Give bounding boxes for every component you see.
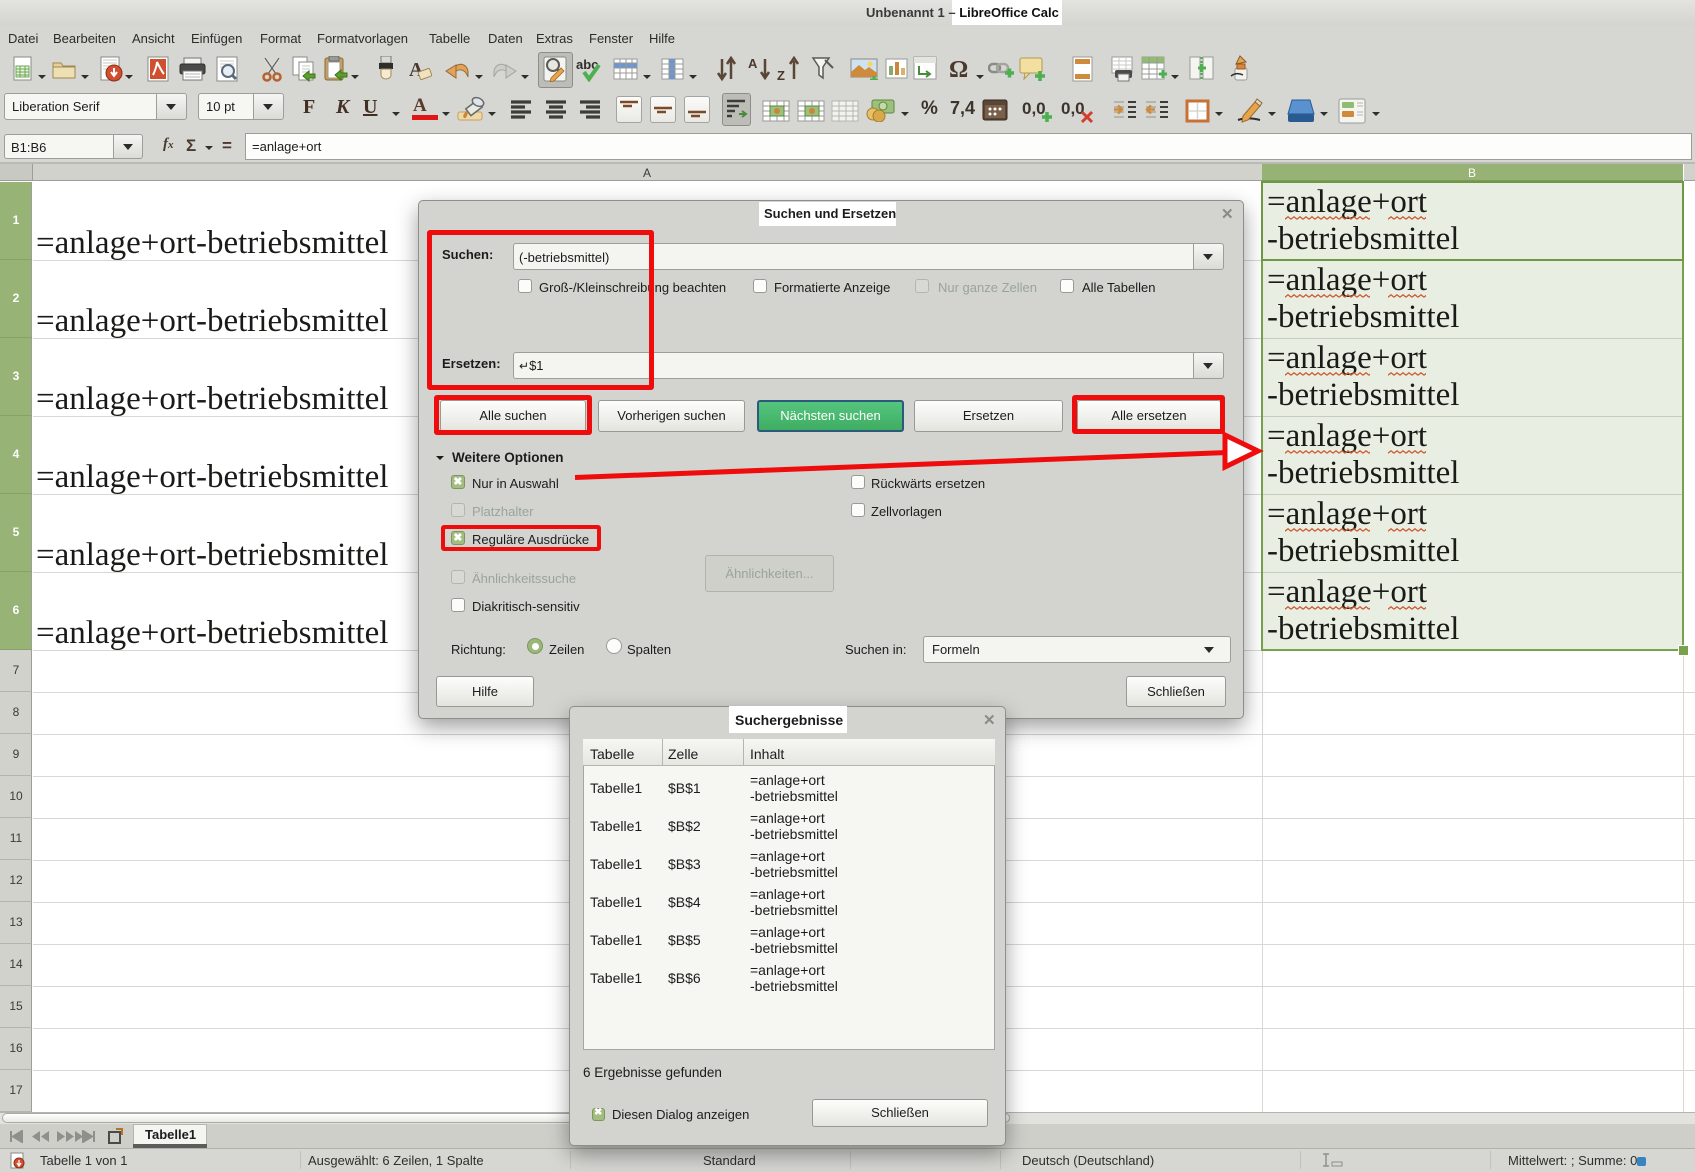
svg-text:Z: Z bbox=[777, 68, 785, 82]
svg-text:A: A bbox=[748, 56, 758, 71]
svg-text:Ω: Ω bbox=[949, 57, 968, 82]
